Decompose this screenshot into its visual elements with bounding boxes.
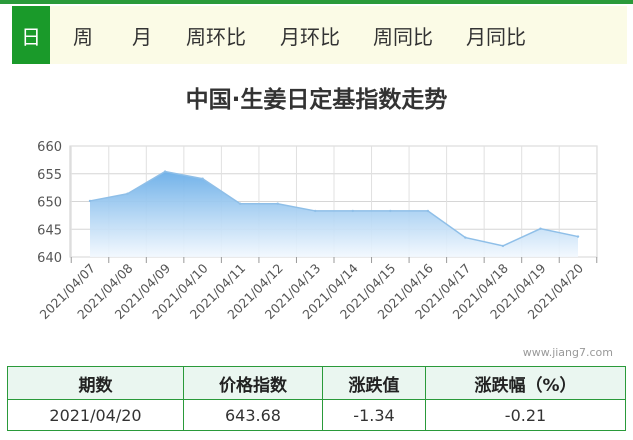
cell-change-value: -1.34 [322, 399, 426, 431]
y-tick-label: 655 [37, 168, 62, 183]
data-point [501, 244, 505, 248]
data-point [539, 227, 542, 230]
header-price-index: 价格指数 [183, 366, 323, 400]
data-point [88, 199, 92, 203]
data-point [426, 209, 430, 213]
data-point [464, 236, 467, 239]
x-axis-ticks: 2021/04/072021/04/082021/04/092021/04/10… [37, 260, 587, 322]
cell-change-percent: -0.21 [425, 399, 626, 431]
tab-week-year-over-year[interactable]: 周同比 [356, 6, 450, 64]
tab-week[interactable]: 周 [50, 6, 116, 64]
data-point [314, 209, 317, 213]
price-index-chart: 640 645 650 655 660 2021/04/072021/04/082021… [37, 140, 598, 322]
tab-month-year-over-year[interactable]: 月同比 [450, 6, 542, 64]
header-change-value: 涨跌值 [322, 366, 426, 400]
y-tick-label: 645 [37, 223, 62, 238]
tab-week-over-week[interactable]: 周环比 [168, 6, 264, 64]
data-point [201, 177, 204, 180]
top-accent-line [0, 0, 633, 4]
y-axis-ticks: 640 645 650 655 660 [37, 140, 62, 266]
y-tick-label: 660 [37, 140, 62, 155]
site-watermark: www.jiang7.com [522, 346, 613, 359]
period-tab-bar: 日 周 月 周环比 月环比 周同比 月同比 [12, 6, 627, 64]
y-tick-label: 650 [37, 196, 62, 211]
chart-title: 中国·生姜日定基指数走势 [185, 87, 448, 113]
summary-header-row: 期数 价格指数 涨跌值 涨跌幅（%） [7, 366, 626, 400]
cell-price-index: 643.68 [183, 399, 323, 431]
y-tick-label: 640 [37, 251, 62, 266]
data-point [276, 202, 279, 205]
header-change-percent: 涨跌幅（%） [425, 366, 626, 400]
data-point [351, 209, 354, 213]
data-point [126, 192, 129, 195]
tab-month[interactable]: 月 [116, 6, 168, 64]
table-row: 2021/04/20 643.68 -1.34 -0.21 [7, 399, 626, 431]
summary-table: 期数 价格指数 涨跌值 涨跌幅（%） 2021/04/20 643.68 -1.… [7, 366, 626, 431]
tab-month-over-month[interactable]: 月环比 [264, 6, 356, 64]
data-point [238, 202, 242, 205]
data-point [389, 209, 392, 213]
header-period: 期数 [7, 366, 184, 400]
tab-day[interactable]: 日 [12, 6, 50, 64]
data-point [163, 170, 167, 173]
cell-period: 2021/04/20 [7, 399, 184, 431]
data-point [576, 235, 580, 238]
